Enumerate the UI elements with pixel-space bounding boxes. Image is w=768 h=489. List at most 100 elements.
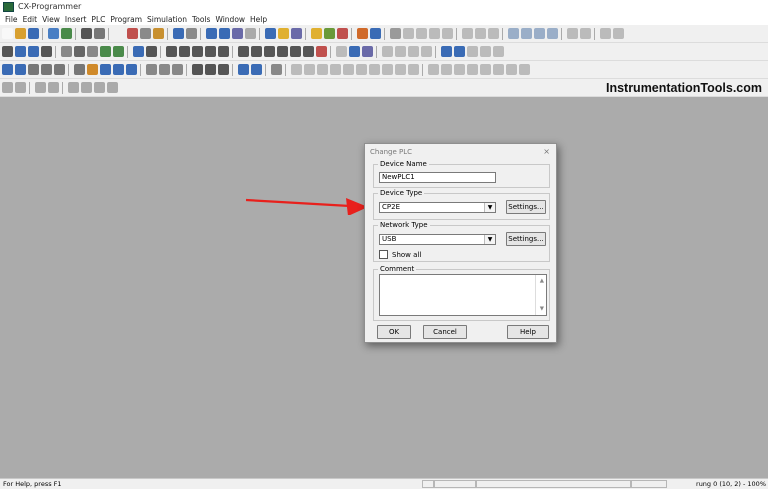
- toolbar-icon[interactable]: [382, 64, 393, 75]
- toolbar-icon[interactable]: [357, 28, 368, 39]
- toolbar-icon[interactable]: [205, 46, 216, 57]
- chevron-down-icon[interactable]: ▼: [484, 235, 495, 244]
- menu-plc[interactable]: PLC: [91, 15, 105, 24]
- toolbar-icon[interactable]: [48, 82, 59, 93]
- toolbar-icon[interactable]: [362, 46, 373, 57]
- toolbar-icon[interactable]: [462, 28, 473, 39]
- toolbar-icon[interactable]: [454, 64, 465, 75]
- toolbar-icon[interactable]: [219, 28, 230, 39]
- network-settings-button[interactable]: Settings...: [506, 232, 546, 246]
- toolbar-icon[interactable]: [166, 46, 177, 57]
- toolbar-icon[interactable]: [506, 64, 517, 75]
- toolbar-icon[interactable]: [349, 46, 360, 57]
- help-button[interactable]: Help: [507, 325, 549, 339]
- toolbar-icon[interactable]: [146, 46, 157, 57]
- toolbar-icon[interactable]: [613, 28, 624, 39]
- toolbar-icon[interactable]: [291, 64, 302, 75]
- toolbar-icon[interactable]: [28, 28, 39, 39]
- toolbar-icon[interactable]: [173, 28, 184, 39]
- toolbar-icon[interactable]: [94, 28, 105, 39]
- toolbar-icon[interactable]: [429, 28, 440, 39]
- toolbar-icon[interactable]: [493, 64, 504, 75]
- menu-view[interactable]: View: [42, 15, 60, 24]
- toolbar-icon[interactable]: [395, 64, 406, 75]
- toolbar-icon[interactable]: [113, 46, 124, 57]
- device-name-input[interactable]: NewPLC1: [379, 172, 496, 183]
- toolbar-icon[interactable]: [48, 28, 59, 39]
- toolbar-icon[interactable]: [390, 28, 401, 39]
- toolbar-icon[interactable]: [382, 46, 393, 57]
- toolbar-icon[interactable]: [87, 46, 98, 57]
- toolbar-icon[interactable]: [140, 28, 151, 39]
- toolbar-icon[interactable]: [251, 64, 262, 75]
- toolbar-icon[interactable]: [238, 46, 249, 57]
- toolbar-icon[interactable]: [61, 46, 72, 57]
- ok-button[interactable]: OK: [377, 325, 411, 339]
- toolbar-icon[interactable]: [28, 64, 39, 75]
- menu-help[interactable]: Help: [250, 15, 267, 24]
- toolbar-icon[interactable]: [159, 64, 170, 75]
- toolbar-icon[interactable]: [493, 46, 504, 57]
- toolbar-icon[interactable]: [61, 28, 72, 39]
- toolbar-icon[interactable]: [153, 28, 164, 39]
- toolbar-icon[interactable]: [15, 64, 26, 75]
- toolbar-icon[interactable]: [370, 28, 381, 39]
- toolbar-icon[interactable]: [408, 64, 419, 75]
- toolbar-icon[interactable]: [68, 82, 79, 93]
- toolbar-icon[interactable]: [127, 28, 138, 39]
- toolbar-icon[interactable]: [192, 64, 203, 75]
- toolbar-icon[interactable]: [114, 28, 125, 39]
- toolbar-icon[interactable]: [480, 64, 491, 75]
- scroll-down-icon[interactable]: ▼: [540, 306, 544, 312]
- toolbar-icon[interactable]: [54, 64, 65, 75]
- toolbar-icon[interactable]: [454, 46, 465, 57]
- toolbar-icon[interactable]: [395, 46, 406, 57]
- toolbar-icon[interactable]: [519, 64, 530, 75]
- toolbar-icon[interactable]: [100, 46, 111, 57]
- cancel-button[interactable]: Cancel: [423, 325, 467, 339]
- toolbar-icon[interactable]: [534, 28, 545, 39]
- toolbar-icon[interactable]: [311, 28, 322, 39]
- toolbar-icon[interactable]: [35, 82, 46, 93]
- toolbar-icon[interactable]: [277, 46, 288, 57]
- toolbar-icon[interactable]: [126, 64, 137, 75]
- toolbar-icon[interactable]: [192, 46, 203, 57]
- toolbar-icon[interactable]: [278, 28, 289, 39]
- toolbar-icon[interactable]: [2, 46, 13, 57]
- toolbar-icon[interactable]: [567, 28, 578, 39]
- toolbar-icon[interactable]: [467, 64, 478, 75]
- menu-edit[interactable]: Edit: [23, 15, 38, 24]
- toolbar-icon[interactable]: [87, 64, 98, 75]
- toolbar-icon[interactable]: [303, 46, 314, 57]
- toolbar-icon[interactable]: [232, 28, 243, 39]
- toolbar-icon[interactable]: [316, 46, 327, 57]
- toolbar-icon[interactable]: [336, 46, 347, 57]
- toolbar-icon[interactable]: [41, 64, 52, 75]
- toolbar-icon[interactable]: [580, 28, 591, 39]
- toolbar-icon[interactable]: [600, 28, 611, 39]
- toolbar-icon[interactable]: [245, 28, 256, 39]
- toolbar-icon[interactable]: [475, 28, 486, 39]
- toolbar-icon[interactable]: [441, 46, 452, 57]
- toolbar-icon[interactable]: [291, 28, 302, 39]
- toolbar-icon[interactable]: [74, 46, 85, 57]
- toolbar-icon[interactable]: [416, 28, 427, 39]
- toolbar-icon[interactable]: [369, 64, 380, 75]
- toolbar-icon[interactable]: [442, 28, 453, 39]
- menu-program[interactable]: Program: [110, 15, 142, 24]
- toolbar-icon[interactable]: [317, 64, 328, 75]
- toolbar-icon[interactable]: [324, 28, 335, 39]
- menu-file[interactable]: File: [5, 15, 18, 24]
- toolbar-icon[interactable]: [403, 28, 414, 39]
- comment-textarea[interactable]: ▲ ▼: [379, 274, 547, 316]
- toolbar-icon[interactable]: [343, 64, 354, 75]
- toolbar-icon[interactable]: [238, 64, 249, 75]
- toolbar-icon[interactable]: [100, 64, 111, 75]
- toolbar-icon[interactable]: [421, 46, 432, 57]
- toolbar-icon[interactable]: [113, 64, 124, 75]
- menu-simulation[interactable]: Simulation: [147, 15, 187, 24]
- toolbar-icon[interactable]: [179, 46, 190, 57]
- toolbar-icon[interactable]: [521, 28, 532, 39]
- toolbar-icon[interactable]: [133, 46, 144, 57]
- menu-insert[interactable]: Insert: [65, 15, 87, 24]
